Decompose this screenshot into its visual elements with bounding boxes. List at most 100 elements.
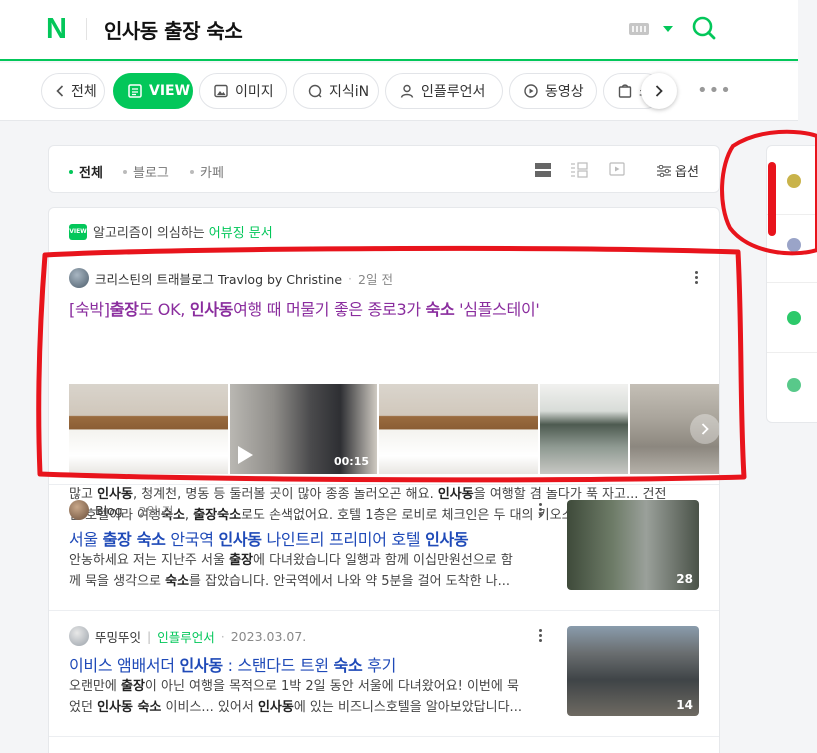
photo-count: 14 [676, 698, 693, 712]
text-segment: 었던 [69, 700, 98, 715]
text-segment: 이비스 앰배서더 [69, 656, 180, 675]
text-segment: 안국역 [165, 530, 219, 549]
text-segment: 서울 [69, 530, 103, 549]
question-icon [308, 84, 322, 98]
tab-label: 전체 [71, 84, 97, 100]
result-item: 뚜밍뚜잇 | 인플루언서 · 2023.03.07. 이비스 앰배서더 인사동 … [69, 626, 701, 726]
keyword-highlight: 출장 숙소 [102, 530, 166, 549]
result-title[interactable]: 서울 출장 숙소 안국역 인사동 나인트리 프리미어 호텔 인사동 [69, 526, 545, 550]
keyword-highlight: 인사동 [189, 300, 234, 319]
text-segment: 나인트리 프리미어 호텔 [261, 530, 426, 549]
thumbnail-image[interactable]: 28 [567, 500, 699, 590]
filter-bar: 전체 블로그 카페 옵션 [48, 145, 720, 193]
side-panel-thumbnail[interactable] [787, 238, 801, 252]
text-segment: 이 아닌 여행을 목적으로 1박 2일 동안 서울에 다녀왔어요! 이번에 묵 [144, 679, 519, 694]
image-icon [214, 84, 228, 98]
more-vertical-icon[interactable] [695, 271, 699, 285]
tab-label: VIEW [149, 83, 191, 99]
meta-separator: · [348, 270, 353, 286]
thumbnail-view-icon[interactable] [570, 162, 588, 178]
author-name[interactable]: Blog [95, 503, 123, 518]
tab-video[interactable]: 동영상 [509, 73, 597, 109]
text-segment: 도 OK, [138, 300, 190, 319]
result-item: Blog · 2일 전 서울 출장 숙소 안국역 인사동 나인트리 프리미어 호… [69, 500, 701, 600]
tab-bar: 전체 VIEW 이미지 지식iN 인플루언서 동영상 ••• [0, 63, 798, 121]
video-duration: 00:15 [333, 455, 369, 468]
thumbnail-next-button[interactable] [690, 414, 719, 444]
options-button[interactable]: 옵션 [657, 161, 699, 180]
tab-view[interactable]: VIEW [113, 73, 193, 109]
avatar[interactable] [69, 626, 89, 646]
tab-kin[interactable]: 지식iN [293, 73, 379, 109]
side-panel-thumbnail[interactable] [787, 378, 801, 392]
avatar[interactable] [69, 268, 89, 288]
result-meta: 뚜밍뚜잇 | 인플루언서 · 2023.03.07. [69, 626, 306, 646]
meta-separator: · [220, 628, 225, 644]
keyword-highlight: 출장 [120, 679, 145, 694]
play-circle-icon [524, 84, 538, 98]
keyboard-icon[interactable] [629, 23, 649, 35]
filter-blog[interactable]: 블로그 [123, 162, 169, 181]
author-name[interactable]: 크리스틴의 트래블로그 Travlog by Christine [95, 269, 342, 288]
keyword-highlight: 인사동 [218, 530, 262, 549]
side-panel-thumbnail[interactable] [787, 174, 801, 188]
search-results-page: N 인사동 출장 숙소 전체 VIEW 이미지 지식iN 인플루언서 동영상 •… [0, 0, 817, 753]
keyword-highlight: 인사동 숙소 [97, 700, 162, 715]
side-panel-divider [767, 282, 817, 283]
side-panel-divider [767, 214, 817, 215]
header: N 인사동 출장 숙소 [0, 0, 798, 61]
result-description[interactable]: 안농하세요 저는 지난주 서울 출장에 다녀왔습니다 일행과 함께 이십만원선으… [69, 550, 545, 592]
more-vertical-icon[interactable] [539, 503, 543, 517]
bag-icon [618, 84, 632, 98]
search-icon[interactable] [691, 15, 717, 41]
side-panel-thumbnail[interactable] [787, 311, 801, 325]
chevron-right-icon [655, 85, 663, 97]
video-view-icon[interactable] [609, 162, 625, 178]
side-panel [766, 145, 817, 423]
text-segment: '심플스테이' [454, 300, 540, 319]
post-date: 2일 전 [138, 503, 174, 519]
tab-all[interactable]: 전체 [41, 73, 105, 109]
filter-all[interactable]: 전체 [69, 162, 103, 181]
result-title[interactable]: [숙박]출장도 OK, 인사동여행 때 머물기 좋은 종로3가 숙소 '심플스테… [69, 296, 701, 320]
thumbnail-image[interactable] [540, 384, 628, 474]
options-label: 옵션 [675, 165, 699, 180]
tab-influencer[interactable]: 인플루언서 [385, 73, 503, 109]
result-divider [49, 736, 719, 737]
more-vertical-icon[interactable] [539, 629, 543, 643]
thumbnail-image[interactable] [630, 384, 719, 474]
document-icon [128, 84, 142, 98]
keyword-highlight: 숙소 [425, 300, 455, 319]
naver-logo[interactable]: N [46, 15, 67, 44]
text-segment: 오랜만에 [69, 679, 121, 694]
avatar[interactable] [69, 500, 89, 520]
thumbnail-image[interactable] [379, 384, 538, 474]
tab-label: 이미지 [235, 84, 274, 100]
text-segment: 이비스... 있어서 [161, 700, 258, 715]
search-query[interactable]: 인사동 출장 숙소 [104, 15, 243, 44]
thumbnail-image[interactable] [69, 384, 228, 474]
keyword-highlight: 인사동 [257, 700, 294, 715]
side-panel-divider [767, 352, 817, 353]
result-title[interactable]: 이비스 앰배서더 인사동 : 스탠다드 트윈 숙소 후기 [69, 652, 545, 676]
influencer-badge[interactable]: 인플루언서 [157, 627, 215, 646]
caret-down-icon[interactable] [663, 26, 673, 32]
video-thumbnail[interactable]: 00:15 [230, 384, 377, 474]
result-description[interactable]: 오랜만에 출장이 아닌 여행을 목적으로 1박 2일 동안 서울에 다녀왔어요!… [69, 676, 545, 718]
author-name[interactable]: 뚜밍뚜잇 [95, 627, 141, 646]
text-segment: 후기 [362, 656, 397, 675]
results-list: VIEW 알고리즘이 의심하는 어뷰징 문서 크리스틴의 트래블로그 Travl… [48, 207, 720, 753]
photo-count: 28 [676, 572, 693, 586]
text-segment: : 스탠다드 트윈 [222, 656, 334, 675]
tab-images[interactable]: 이미지 [199, 73, 287, 109]
filter-cafe[interactable]: 카페 [190, 162, 224, 181]
thumbnail-image[interactable]: 14 [567, 626, 699, 716]
keyword-highlight: 인사동 [179, 656, 224, 675]
result-divider [49, 484, 719, 485]
tab-scroll-next-button[interactable] [641, 73, 677, 109]
more-horizontal-icon[interactable]: ••• [697, 82, 732, 100]
keyword-highlight: 출장 [229, 553, 253, 568]
list-view-icon[interactable] [535, 162, 551, 178]
abuse-doc-link[interactable]: 어뷰징 문서 [209, 222, 273, 241]
sliders-icon [657, 164, 671, 177]
